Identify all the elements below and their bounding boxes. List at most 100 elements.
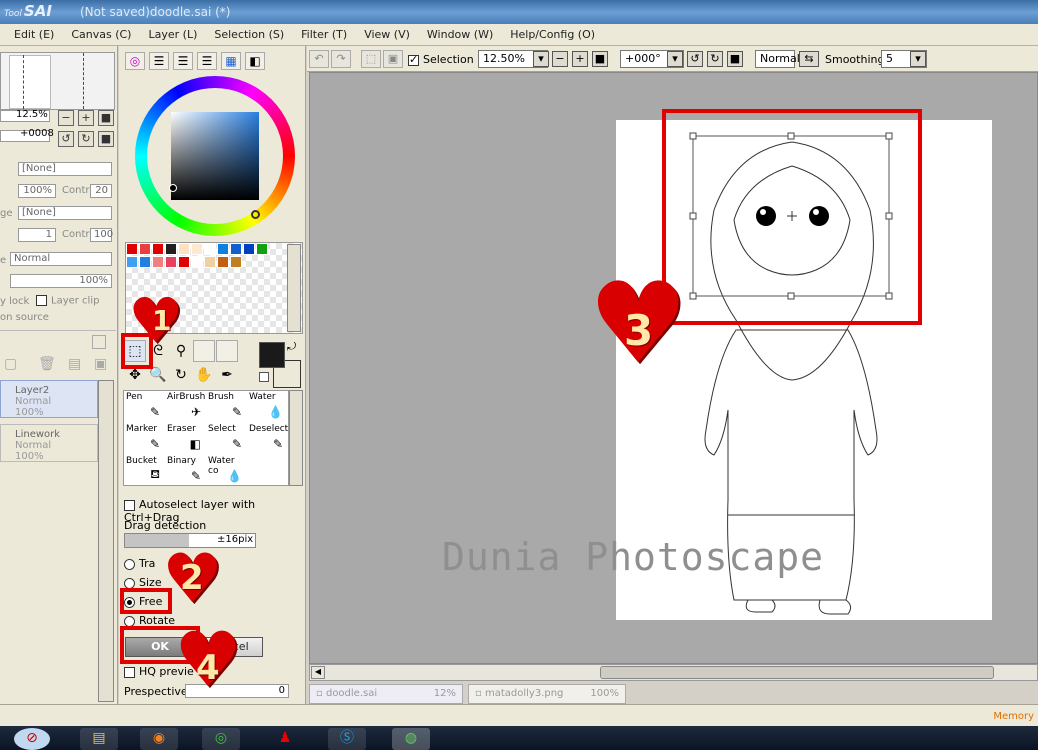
color-swatch[interactable] (217, 243, 229, 255)
color-wheel[interactable] (135, 76, 295, 236)
invert-selection-icon[interactable]: ▣ (383, 50, 403, 68)
layer-setting-select-2[interactable]: [None] (18, 206, 112, 220)
menu-layer[interactable]: Layer (L) (148, 24, 206, 41)
color-swatch[interactable] (217, 256, 229, 268)
chrome-taskbar-icon[interactable]: ◎ (202, 728, 240, 750)
smoothing-dropdown-icon[interactable]: ▾ (910, 51, 926, 67)
color-swatch[interactable] (191, 256, 203, 268)
layer-menu-icon[interactable] (92, 335, 106, 349)
color-swatch[interactable] (165, 256, 177, 268)
zoom-out-button[interactable]: − (58, 110, 74, 126)
color-swatch[interactable] (178, 243, 190, 255)
zoom-reset-button[interactable]: ■ (98, 110, 114, 126)
color-swatch[interactable] (204, 256, 216, 268)
color-swatch[interactable] (165, 243, 177, 255)
color-swatch[interactable] (152, 243, 164, 255)
layer-opacity-field[interactable]: 100% (10, 274, 112, 288)
color-swatch[interactable] (256, 243, 268, 255)
menu-canvas[interactable]: Canvas (C) (71, 24, 140, 41)
color-swatch[interactable] (243, 243, 255, 255)
color-swatch[interactable] (230, 256, 242, 268)
default-colors-icon[interactable] (259, 372, 269, 382)
selection-toggle[interactable]: ✓ Selection (408, 53, 474, 66)
hsv-slider-tab[interactable]: ☰ (173, 52, 193, 70)
canvas-zoom-out-button[interactable]: − (552, 51, 568, 67)
tool-pen[interactable]: Pen ✎ (124, 391, 164, 421)
scroll-left-icon[interactable]: ◀ (311, 666, 325, 679)
eyedropper-icon[interactable]: ✒ (216, 364, 238, 386)
layer-row-linework[interactable]: Linework Normal 100% (0, 424, 98, 462)
canvas-blend-select[interactable]: Normal (755, 50, 800, 68)
explorer-taskbar-icon[interactable]: ▤ (80, 728, 118, 750)
rotate-tool-icon[interactable]: ↻ (170, 364, 192, 386)
tool-airbrush[interactable]: AirBrush ✈ (165, 391, 205, 421)
tool-bucket[interactable]: Bucket ⛾ (124, 455, 164, 485)
tool-deselect[interactable]: Deselect ✎ (247, 423, 288, 453)
firefox-taskbar-icon[interactable]: ◉ (140, 728, 178, 750)
swap-colors-icon[interactable]: ⤾ (287, 340, 296, 354)
tool-eraser[interactable]: Eraser ◧ (165, 423, 205, 453)
redo-icon[interactable]: ↷ (331, 50, 351, 68)
swatch-scrollbar[interactable] (287, 244, 301, 332)
zoom-in-button[interactable]: + (78, 110, 94, 126)
tool-water[interactable]: Water 💧 (247, 391, 287, 421)
menu-edit[interactable]: Edit (E) (14, 24, 63, 41)
canvas-zoom-in-button[interactable]: + (572, 51, 588, 67)
color-swatch[interactable] (230, 243, 242, 255)
canvas-horizontal-scrollbar[interactable]: ◀ (309, 664, 1038, 681)
merge-layer-icon[interactable]: ▤ (68, 356, 81, 372)
hue-picker-handle[interactable] (251, 210, 260, 219)
start-orb-icon[interactable]: ⊘ (14, 728, 50, 750)
navigator-thumbnail[interactable] (0, 52, 115, 110)
color-mixer-tab[interactable]: ☰ (197, 52, 217, 70)
layer-blend-mode-select[interactable]: Normal (10, 252, 112, 266)
app-taskbar-icon[interactable]: ♟ (266, 728, 304, 750)
flip-horizontal-icon[interactable]: ⇆ (799, 51, 819, 67)
tool-select[interactable]: Select ✎ (206, 423, 246, 453)
menu-window[interactable]: Window (W) (427, 24, 502, 41)
canvas-zoom-reset-button[interactable]: ■ (592, 51, 608, 67)
canvas-rotate-reset-button[interactable]: ■ (727, 51, 743, 67)
color-wheel-tab[interactable]: ◎ (125, 52, 145, 70)
swatch-tab[interactable]: ▦ (221, 52, 241, 70)
color-swatch[interactable] (139, 256, 151, 268)
layer-row-layer2[interactable]: Layer2 Normal 100% (0, 380, 98, 418)
hand-tool-icon[interactable]: ✋ (193, 364, 215, 386)
canvas-angle-dropdown-icon[interactable]: ▾ (667, 51, 683, 67)
contr-value-2[interactable]: 100 (90, 228, 113, 242)
color-swatch[interactable] (191, 243, 203, 255)
undo-icon[interactable]: ↶ (309, 50, 329, 68)
tool-binary[interactable]: Binary ✎ (165, 455, 205, 485)
rotate-right-button[interactable]: ↻ (78, 131, 94, 147)
rotate-reset-button[interactable]: ■ (98, 131, 114, 147)
clear-layer-icon[interactable]: ▣ (94, 356, 107, 372)
menu-selection[interactable]: Selection (S) (214, 24, 293, 41)
layer-opacity-1[interactable]: 100% (18, 184, 56, 198)
menu-filter[interactable]: Filter (T) (301, 24, 356, 41)
sv-picker-handle[interactable] (169, 184, 177, 192)
file-tab-doodle[interactable]: ▫ doodle.sai 12% (309, 684, 463, 704)
contr-value-1[interactable]: 20 (90, 184, 112, 198)
file-tab-matadolly3[interactable]: ▫ matadolly3.png 100% (468, 684, 626, 704)
tool-water-co[interactable]: Water co 💧 (206, 455, 246, 485)
new-layer-icon[interactable]: ▢ (4, 356, 17, 372)
color-swatch[interactable] (126, 256, 138, 268)
deselect-icon[interactable]: ⬚ (361, 50, 381, 68)
tool-brush[interactable]: Brush ✎ (206, 391, 246, 421)
canvas-zoom-dropdown-icon[interactable]: ▾ (533, 51, 549, 67)
saturation-value-square[interactable] (171, 112, 259, 200)
layer-value-2[interactable]: 1 (18, 228, 56, 242)
rotate-left-button[interactable]: ↺ (58, 131, 74, 147)
scroll-thumb[interactable] (600, 666, 994, 679)
color-swatch[interactable] (139, 243, 151, 255)
skype-taskbar-icon[interactable]: Ⓢ (328, 728, 366, 750)
tool-grid-scrollbar[interactable] (289, 390, 303, 486)
color-swatch[interactable] (152, 256, 164, 268)
menu-help-config[interactable]: Help/Config (O) (510, 24, 604, 41)
color-swatch[interactable] (178, 256, 190, 268)
primary-color-swatch[interactable] (259, 342, 285, 368)
canvas-rotate-left-button[interactable]: ↺ (687, 51, 703, 67)
sai-taskbar-icon[interactable]: ◍ (392, 728, 430, 750)
color-swatch[interactable] (204, 243, 216, 255)
layer-clip-checkbox[interactable]: Layer clip (36, 295, 99, 307)
